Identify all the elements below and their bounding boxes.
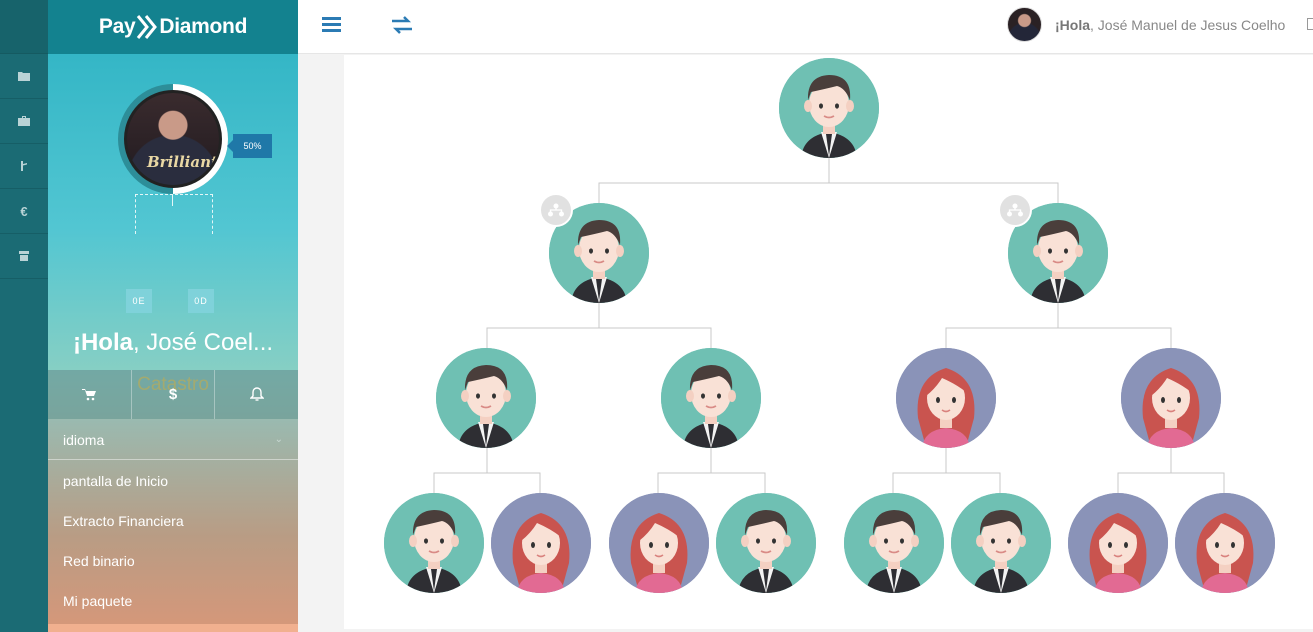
briefcase-icon — [18, 116, 30, 126]
language-dropdown[interactable]: idioma ⌄ — [48, 420, 298, 460]
sidebar-next-item[interactable] — [48, 624, 298, 632]
tree-node-rlr[interactable] — [951, 493, 1051, 593]
rail-item-archive[interactable] — [0, 234, 48, 279]
sidebar-menu: idioma ⌄ pantalla de Inicio Extracto Fin… — [48, 420, 298, 621]
tree-node-rll[interactable] — [844, 493, 944, 593]
profile-panel: Brilliant 50% 0E 0D ¡Hola, José Coel... … — [48, 54, 298, 395]
brand-name-right: Diamond — [159, 15, 248, 38]
mini-tree-connector — [135, 194, 213, 234]
rail-item-currency[interactable] — [0, 144, 48, 189]
progress-badge: 50% — [227, 134, 272, 158]
cart-button[interactable] — [48, 370, 132, 419]
notifications-button[interactable] — [215, 370, 298, 419]
male-avatar-icon — [384, 493, 484, 593]
tree-node-rr[interactable] — [1121, 348, 1221, 448]
avatar-caption: Brilliant — [147, 153, 218, 171]
brand-name-left: Pay — [98, 15, 136, 38]
folder-icon — [18, 72, 30, 81]
archive-icon — [19, 251, 29, 261]
euro-icon: € — [20, 203, 28, 219]
rail-header — [0, 0, 48, 54]
male-avatar-icon — [716, 493, 816, 593]
hamburger-icon — [322, 17, 341, 32]
male-avatar-icon — [436, 348, 536, 448]
language-label: idioma — [63, 431, 105, 448]
female-avatar-icon — [1121, 348, 1221, 448]
rail-item-folder[interactable] — [0, 54, 48, 99]
male-avatar-icon — [844, 493, 944, 593]
sitemap-icon — [548, 203, 564, 217]
female-avatar-icon — [609, 493, 709, 593]
rail-item-briefcase[interactable] — [0, 99, 48, 144]
tree-node-lrl[interactable] — [609, 493, 709, 593]
chevron-down-icon: ⌄ — [274, 434, 283, 445]
female-avatar-icon — [491, 493, 591, 593]
avatar[interactable]: Brilliant — [124, 90, 222, 188]
tree-node-rrl[interactable] — [1068, 493, 1168, 593]
topbar: ¡Hola, José Manuel de Jesus Coelho — [298, 0, 1313, 54]
icon-rail: € — [0, 0, 48, 632]
dollar-icon: $ — [168, 386, 178, 403]
logout-icon[interactable] — [1307, 18, 1313, 30]
sidebar-item-my-package[interactable]: Mi paquete — [48, 581, 298, 621]
sidebar-greeting: ¡Hola, José Coel... — [72, 329, 274, 356]
brand-chevron-icon — [136, 14, 158, 40]
user-avatar[interactable] — [1007, 7, 1042, 42]
bell-icon — [249, 387, 264, 401]
swap-arrows-icon — [392, 16, 412, 34]
tree-node-lr[interactable] — [661, 348, 761, 448]
female-avatar-icon — [1175, 493, 1275, 593]
male-avatar-icon — [951, 493, 1051, 593]
cart-icon — [81, 389, 96, 401]
tree-node-lll[interactable] — [384, 493, 484, 593]
binary-tree-canvas — [344, 55, 1313, 629]
subtree-button-r[interactable] — [998, 193, 1032, 227]
sitemap-icon — [1007, 203, 1023, 217]
tree-node-rl[interactable] — [896, 348, 996, 448]
tree-node-lrr[interactable] — [716, 493, 816, 593]
swap-button[interactable] — [390, 15, 414, 40]
male-avatar-icon — [779, 58, 879, 158]
menu-toggle-button[interactable] — [322, 15, 342, 38]
rail-item-euro[interactable]: € — [0, 189, 48, 234]
right-count-badge: 0D — [188, 289, 214, 313]
tree-node-rrr[interactable] — [1175, 493, 1275, 593]
dollar-button[interactable]: $ — [132, 370, 216, 419]
tree-node-ll[interactable] — [436, 348, 536, 448]
subtree-button-l[interactable] — [539, 193, 573, 227]
tree-node-root[interactable] — [779, 58, 879, 158]
sidebar: Pay Diamond Brilliant 50% 0E 0D ¡Hola, J… — [48, 0, 298, 632]
male-avatar-icon — [661, 348, 761, 448]
profile-progress-ring: Brilliant — [118, 84, 228, 194]
sidebar-item-binary-network[interactable]: Red binario — [48, 541, 298, 581]
currency-p-icon — [21, 161, 27, 171]
left-count-badge: 0E — [126, 289, 152, 313]
sidebar-item-home[interactable]: pantalla de Inicio — [48, 461, 298, 501]
topbar-greeting[interactable]: ¡Hola, José Manuel de Jesus Coelho — [1055, 17, 1285, 33]
brand-logo[interactable]: Pay Diamond — [48, 0, 298, 54]
female-avatar-icon — [1068, 493, 1168, 593]
quick-actions: $ — [48, 370, 298, 419]
sidebar-item-statement[interactable]: Extracto Financiera — [48, 501, 298, 541]
tree-node-llr[interactable] — [491, 493, 591, 593]
female-avatar-icon — [896, 348, 996, 448]
